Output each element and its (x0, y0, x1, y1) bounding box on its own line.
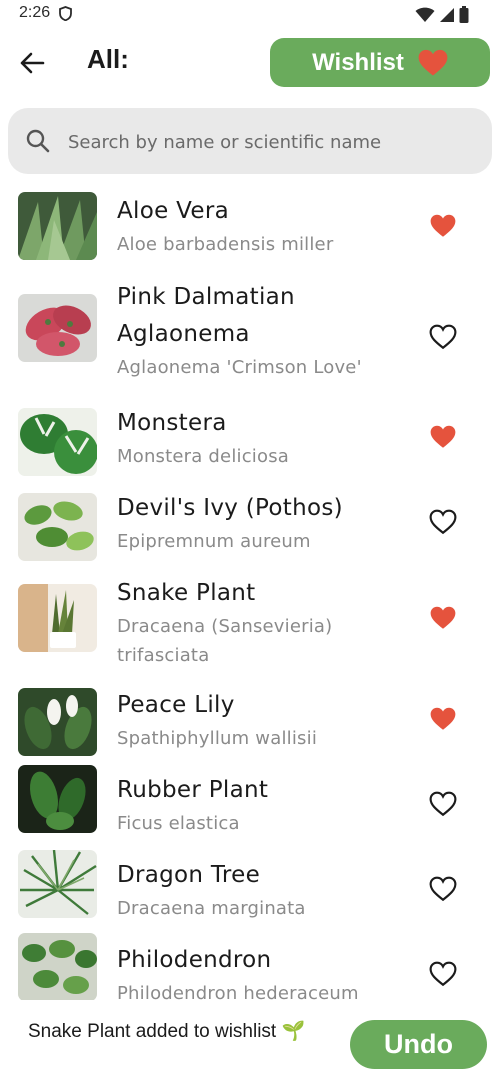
page-title: All: (87, 44, 129, 74)
heart-outline-icon[interactable] (429, 961, 457, 987)
plant-list: Aloe Vera Aloe barbadensis miller Pink Dal… (0, 178, 499, 1000)
list-item[interactable]: Devil's Ivy (Pothos) Epipremnum aureum (0, 475, 499, 561)
plant-scientific-name: Dracaena (Sansevieria) (117, 616, 333, 637)
wishlist-button-label: Wishlist (312, 48, 404, 76)
snackbar: Snake Plant added to wishlist 🌱 Undo (0, 1000, 499, 1086)
arrow-left-icon[interactable] (19, 50, 45, 76)
list-item[interactable]: Philodendron Philodendron hederaceum (0, 927, 499, 1000)
status-time: 2:26 (19, 4, 51, 21)
plant-name: Pink Dalmatian (117, 284, 295, 310)
list-item[interactable]: Pink Dalmatian Aglaonema Aglaonema 'Crimso… (0, 264, 499, 390)
plant-thumbnail (18, 850, 97, 918)
heart-outline-icon[interactable] (429, 876, 457, 902)
cellular-signal-icon (440, 7, 454, 22)
plant-name: Aglaonema (117, 321, 250, 347)
plant-name: Philodendron (117, 947, 272, 973)
plant-thumbnail (18, 493, 97, 561)
plant-thumbnail (18, 933, 97, 1000)
snackbar-message: Snake Plant added to wishlist 🌱 (28, 1021, 306, 1042)
plant-name: Rubber Plant (117, 777, 269, 803)
plant-name: Peace Lily (117, 692, 235, 718)
wishlist-button[interactable]: Wishlist (270, 38, 490, 87)
heart-outline-icon[interactable] (429, 324, 457, 350)
plant-scientific-name: Ficus elastica (117, 813, 240, 834)
list-item[interactable]: Aloe Vera Aloe barbadensis miller (0, 178, 499, 264)
plant-name: Devil's Ivy (Pothos) (117, 495, 343, 521)
plant-scientific-name: Aloe barbadensis miller (117, 234, 334, 255)
heart-filled-icon (418, 49, 448, 75)
shield-icon (59, 6, 72, 21)
heart-outline-icon[interactable] (429, 509, 457, 535)
list-item[interactable]: Dragon Tree Dracaena marginata (0, 842, 499, 927)
status-bar: 2:26 (0, 0, 499, 30)
plant-scientific-name: Spathiphyllum wallisii (117, 728, 318, 749)
plant-thumbnail (18, 765, 97, 833)
plant-thumbnail (18, 294, 97, 362)
plant-name: Dragon Tree (117, 862, 261, 888)
app-bar: All: Wishlist (0, 30, 499, 100)
wifi-icon (415, 7, 435, 22)
plant-scientific-name: Dracaena marginata (117, 898, 306, 919)
plant-scientific-name: Aglaonema 'Crimson Love' (117, 357, 362, 378)
heart-filled-icon[interactable] (429, 706, 457, 732)
plant-thumbnail (18, 584, 97, 652)
battery-icon (459, 6, 469, 23)
list-item[interactable]: Peace Lily Spathiphyllum wallisii (0, 672, 499, 757)
plant-scientific-name: Monstera deliciosa (117, 446, 290, 467)
plant-scientific-name: trifasciata (117, 645, 210, 666)
plant-thumbnail (18, 688, 97, 756)
heart-filled-icon[interactable] (429, 424, 457, 450)
list-item[interactable]: Snake Plant Dracaena (Sansevieria) trifasc… (0, 560, 499, 672)
list-item[interactable]: Rubber Plant Ficus elastica (0, 757, 499, 842)
plant-scientific-name: Epipremnum aureum (117, 531, 311, 552)
plant-name: Aloe Vera (117, 198, 230, 224)
undo-button[interactable]: Undo (350, 1020, 487, 1069)
search-input[interactable] (66, 124, 470, 160)
heart-filled-icon[interactable] (429, 213, 457, 239)
list-item[interactable]: Monstera Monstera deliciosa (0, 390, 499, 476)
plant-name: Monstera (117, 410, 227, 436)
plant-thumbnail (18, 408, 97, 476)
search-icon (26, 129, 50, 153)
plant-name: Snake Plant (117, 580, 256, 606)
plant-scientific-name: Philodendron hederaceum (117, 983, 359, 1000)
plant-thumbnail (18, 192, 97, 260)
search-box (8, 108, 492, 174)
heart-outline-icon[interactable] (429, 791, 457, 817)
heart-filled-icon[interactable] (429, 605, 457, 631)
